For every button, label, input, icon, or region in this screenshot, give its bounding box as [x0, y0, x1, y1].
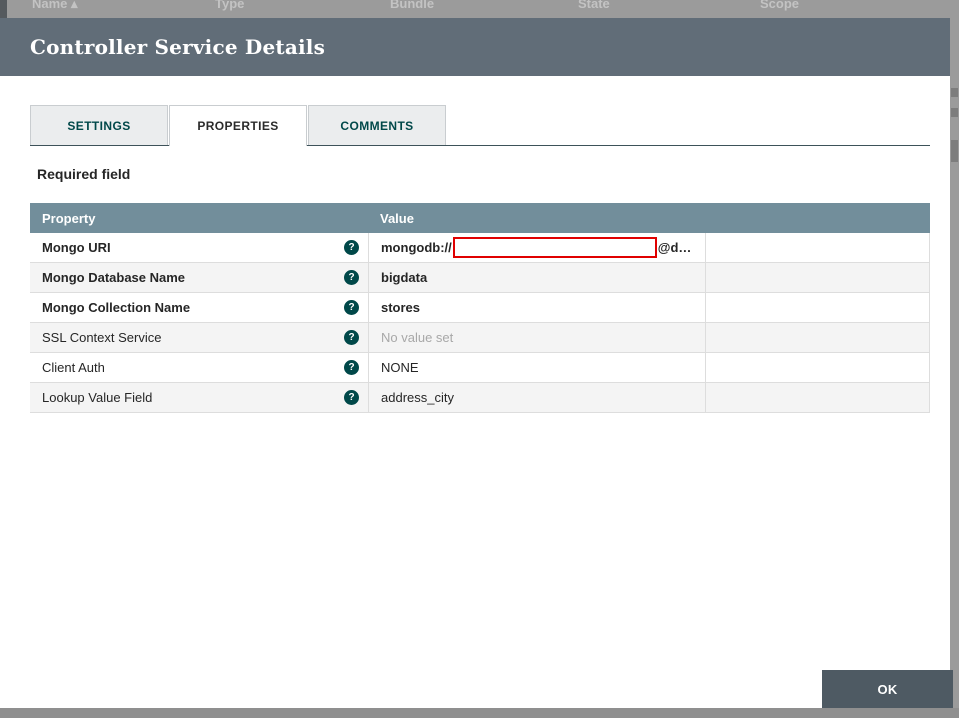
- property-name: SSL Context Service: [42, 330, 161, 345]
- background-column-name-label: Name: [32, 0, 67, 11]
- background-bottom-strip: [0, 708, 959, 718]
- tab-comments[interactable]: COMMENTS: [308, 105, 446, 145]
- row-actions-cell: [705, 323, 930, 352]
- background-artifact: [951, 108, 958, 117]
- property-name: Mongo URI: [42, 240, 111, 255]
- column-header-property-label: Property: [42, 211, 95, 226]
- property-name-cell: Client Auth ?: [30, 353, 368, 382]
- column-header-property: Property: [30, 211, 368, 226]
- property-value-cell: address_city: [368, 383, 705, 412]
- tab-bar: SETTINGS PROPERTIES COMMENTS: [30, 105, 447, 146]
- background-table-header: Name ▴ Type Bundle State Scope: [0, 0, 959, 18]
- table-row: Lookup Value Field ? address_city: [30, 383, 930, 413]
- property-value-cell: bigdata: [368, 263, 705, 292]
- table-row: Mongo Database Name ? bigdata: [30, 263, 930, 293]
- help-icon[interactable]: ?: [344, 390, 359, 405]
- property-name-cell: SSL Context Service ?: [30, 323, 368, 352]
- background-left-edge: [0, 0, 7, 18]
- help-glyph: ?: [348, 242, 354, 253]
- tab-settings[interactable]: SETTINGS: [30, 105, 168, 145]
- properties-table-header: Property Value: [30, 203, 930, 233]
- help-glyph: ?: [348, 362, 354, 373]
- help-glyph: ?: [348, 302, 354, 313]
- property-value: stores: [381, 300, 420, 315]
- background-column-bundle: Bundle: [390, 0, 434, 11]
- column-header-value: Value: [368, 211, 705, 226]
- background-artifact: [951, 88, 958, 97]
- help-icon[interactable]: ?: [344, 330, 359, 345]
- row-actions-cell: [705, 293, 930, 322]
- property-value: bigdata: [381, 270, 427, 285]
- property-name-cell: Mongo URI ?: [30, 233, 368, 262]
- help-icon[interactable]: ?: [344, 240, 359, 255]
- property-value-cell: No value set: [368, 323, 705, 352]
- controller-service-details-dialog: Controller Service Details SETTINGS PROP…: [0, 18, 950, 708]
- property-value-cell: mongodb:// @d…: [368, 233, 705, 262]
- dialog-title: Controller Service Details: [30, 35, 325, 59]
- property-name: Lookup Value Field: [42, 390, 152, 405]
- background-column-state: State: [578, 0, 610, 11]
- property-name: Mongo Database Name: [42, 270, 185, 285]
- uri-value-suffix: @d…: [658, 240, 692, 255]
- row-actions-cell: [705, 263, 930, 292]
- background-right-sliver: [950, 0, 959, 718]
- tab-properties[interactable]: PROPERTIES: [169, 105, 307, 146]
- help-icon[interactable]: ?: [344, 360, 359, 375]
- property-name: Mongo Collection Name: [42, 300, 190, 315]
- ok-button[interactable]: OK: [822, 670, 953, 708]
- property-value-cell: NONE: [368, 353, 705, 382]
- property-value: NONE: [381, 360, 419, 375]
- table-row: Client Auth ? NONE: [30, 353, 930, 383]
- row-actions-cell: [705, 383, 930, 412]
- sensitive-value-field[interactable]: [453, 237, 657, 258]
- background-column-scope: Scope: [760, 0, 799, 11]
- required-field-label: Required field: [37, 166, 130, 182]
- row-actions-cell: [705, 233, 930, 262]
- column-header-value-label: Value: [380, 211, 414, 226]
- property-value: address_city: [381, 390, 454, 405]
- help-icon[interactable]: ?: [344, 300, 359, 315]
- dialog-header: Controller Service Details: [0, 18, 950, 76]
- property-name-cell: Lookup Value Field ?: [30, 383, 368, 412]
- properties-table: Property Value Mongo URI ? mongodb:// @d…: [30, 203, 930, 413]
- help-glyph: ?: [348, 332, 354, 343]
- row-actions-cell: [705, 353, 930, 382]
- tab-settings-label: SETTINGS: [67, 119, 130, 133]
- uri-value-prefix: mongodb://: [381, 240, 452, 255]
- background-column-type: Type: [215, 0, 244, 11]
- property-name-cell: Mongo Collection Name ?: [30, 293, 368, 322]
- background-column-name: Name ▴: [32, 0, 78, 12]
- tab-properties-label: PROPERTIES: [197, 119, 278, 133]
- property-name-cell: Mongo Database Name ?: [30, 263, 368, 292]
- help-glyph: ?: [348, 392, 354, 403]
- help-icon[interactable]: ?: [344, 270, 359, 285]
- table-row: SSL Context Service ? No value set: [30, 323, 930, 353]
- background-artifact: [951, 140, 958, 162]
- table-row: Mongo Collection Name ? stores: [30, 293, 930, 323]
- help-glyph: ?: [348, 272, 354, 283]
- property-name: Client Auth: [42, 360, 105, 375]
- property-value-unset: No value set: [381, 330, 453, 345]
- sort-arrow-icon: ▴: [71, 0, 78, 11]
- tab-comments-label: COMMENTS: [340, 119, 413, 133]
- property-value-cell: stores: [368, 293, 705, 322]
- table-row: Mongo URI ? mongodb:// @d…: [30, 233, 930, 263]
